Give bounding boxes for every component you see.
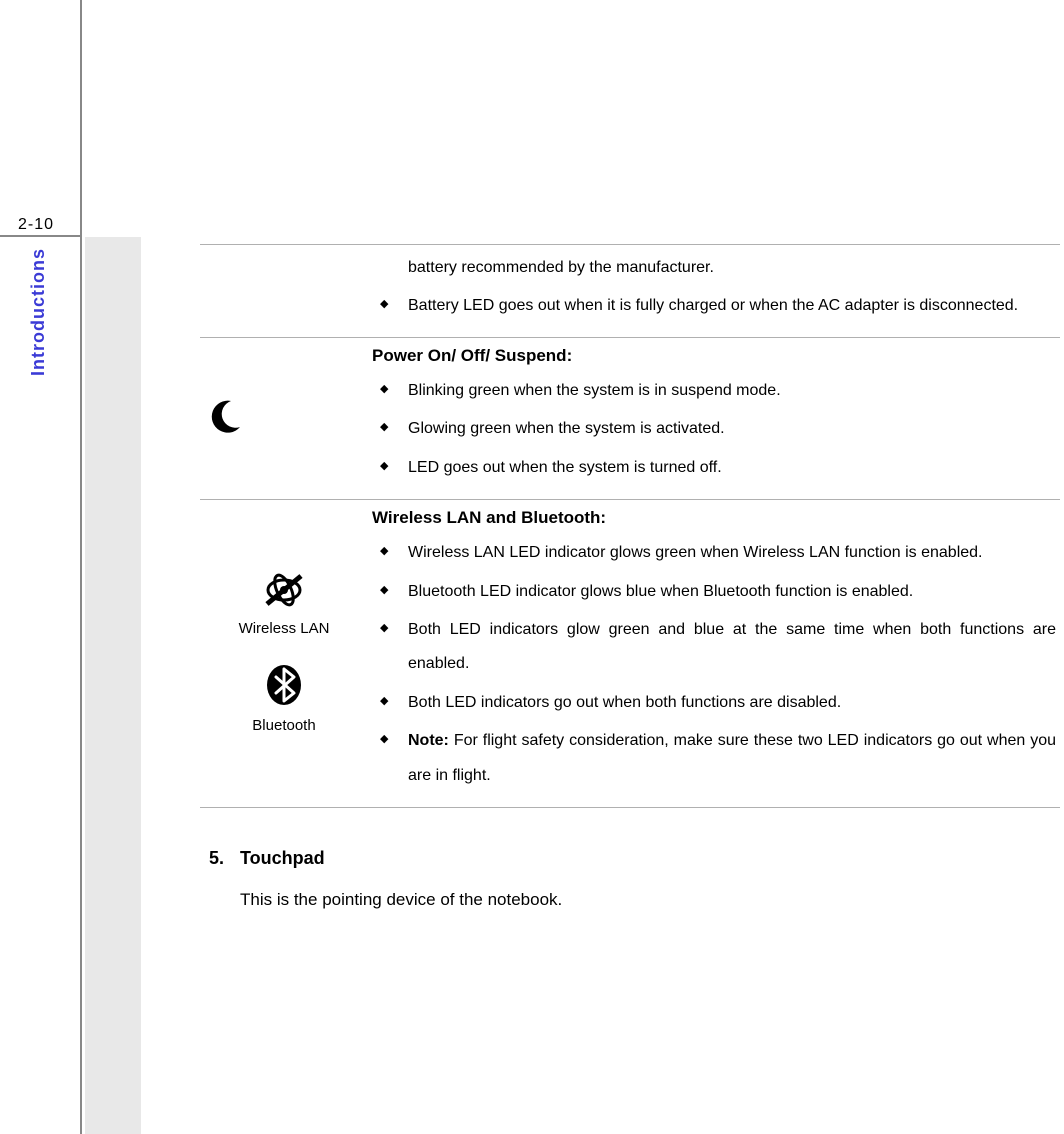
power-icon-cell xyxy=(200,337,368,499)
power-title: Power On/ Off/ Suspend: xyxy=(372,346,1056,366)
page-number: 2-10 xyxy=(18,216,54,234)
section-5-heading: 5. Touchpad xyxy=(200,848,1060,869)
side-tab-label: Introductions xyxy=(28,248,49,376)
battery-desc: battery recommended by the manufacturer.… xyxy=(368,245,1060,338)
gray-margin-bar xyxy=(85,237,141,1134)
note-text: For flight safety consideration, make su… xyxy=(408,732,1056,783)
wlan-bt-bullet: Bluetooth LED indicator glows blue when … xyxy=(408,575,1056,609)
note-label: Note: xyxy=(408,732,449,749)
wlan-bt-note: Note: For flight safety consideration, m… xyxy=(408,724,1056,793)
bt-caption: Bluetooth xyxy=(252,717,315,734)
indicator-table: battery recommended by the manufacturer.… xyxy=(200,244,1060,808)
section-title: Touchpad xyxy=(240,848,325,869)
wlan-caption: Wireless LAN xyxy=(239,620,330,637)
wlan-bt-title: Wireless LAN and Bluetooth: xyxy=(372,508,1056,528)
section-5-body: This is the pointing device of the noteb… xyxy=(240,883,1060,917)
wlan-bt-desc: Wireless LAN and Bluetooth: Wireless LAN… xyxy=(368,500,1060,808)
section-number: 5. xyxy=(200,848,224,869)
battery-icon-cell xyxy=(200,245,368,338)
power-bullet: Glowing green when the system is activat… xyxy=(408,412,1056,446)
wlan-bt-bullet: Wireless LAN LED indicator glows green w… xyxy=(408,536,1056,570)
left-horizontal-rule xyxy=(0,235,80,237)
battery-bullet: Battery LED goes out when it is fully ch… xyxy=(408,289,1056,323)
battery-cont-line: battery recommended by the manufacturer. xyxy=(372,251,1056,285)
wlan-bt-bullet: Both LED indicators go out when both fun… xyxy=(408,686,1056,720)
page: 2-10 Introductions battery recommended b… xyxy=(0,0,1064,1134)
content-area: battery recommended by the manufacturer.… xyxy=(200,244,1060,917)
power-bullet: Blinking green when the system is in sus… xyxy=(408,374,1056,408)
power-bullet: LED goes out when the system is turned o… xyxy=(408,451,1056,485)
wlan-bt-icon-cell: Wireless LAN Bluetooth xyxy=(200,500,368,808)
moon-icon xyxy=(204,397,364,437)
wlan-bt-bullet: Both LED indicators glow green and blue … xyxy=(408,613,1056,682)
bluetooth-icon xyxy=(264,663,304,707)
power-desc: Power On/ Off/ Suspend: Blinking green w… xyxy=(368,337,1060,499)
left-vertical-rule xyxy=(80,0,82,1134)
wireless-lan-icon xyxy=(261,570,307,610)
